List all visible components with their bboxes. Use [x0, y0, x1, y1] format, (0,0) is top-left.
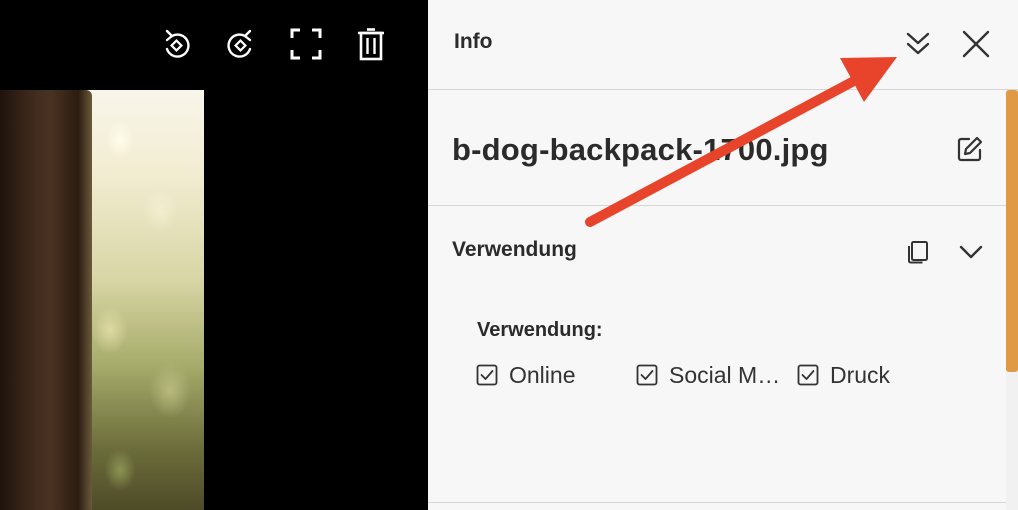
rotate-left-icon [165, 29, 190, 58]
section-title: Verwendung [452, 238, 577, 261]
filename-row: b-dog-backpack-1700.jpg [428, 90, 1006, 206]
rotate-left-button[interactable] [157, 24, 197, 64]
collapse-all-button[interactable] [898, 24, 938, 64]
field-label: Verwendung: [477, 319, 603, 341]
section-header-verwendung[interactable]: Verwendung [428, 206, 1006, 276]
checkbox-label: Online [509, 361, 576, 388]
delete-button[interactable] [351, 24, 391, 64]
edit-icon [957, 136, 983, 162]
close-icon [962, 30, 990, 58]
edit-filename-button[interactable] [953, 132, 987, 166]
panel-title: Info [454, 30, 493, 53]
section-toggle-button[interactable] [955, 236, 987, 268]
close-panel-button[interactable] [956, 24, 996, 64]
rotate-right-button[interactable] [220, 24, 260, 64]
checkbox-online[interactable]: Online [476, 360, 575, 390]
checkbox-label: Druck [830, 361, 891, 388]
fullscreen-icon [290, 28, 322, 60]
info-panel: Info b-dog-backpack-1700.jpg Verwendung … [428, 0, 1018, 510]
section-divider [428, 502, 1006, 503]
file-name: b-dog-backpack-1700.jpg [452, 132, 829, 167]
checkbox-checked-icon [797, 364, 819, 386]
image-preview [0, 90, 204, 510]
fullscreen-button[interactable] [286, 24, 326, 64]
checkbox-social-media[interactable]: Social M… [636, 360, 780, 390]
trash-icon [358, 28, 384, 61]
checkbox-druck[interactable]: Druck [797, 360, 890, 390]
scrollbar-thumb[interactable] [1006, 90, 1018, 372]
viewer-toolbar [0, 0, 428, 90]
info-panel-header: Info [428, 0, 1018, 90]
checkbox-checked-icon [476, 364, 498, 386]
checkbox-checked-icon [636, 364, 658, 386]
copy-button[interactable] [902, 236, 934, 268]
info-panel-content[interactable]: b-dog-backpack-1700.jpg Verwendung Verwe… [428, 90, 1006, 510]
checkbox-label: Social M… [669, 361, 781, 388]
double-chevron-down-icon [906, 32, 930, 55]
rotate-right-icon [227, 29, 252, 58]
copy-icon [908, 241, 928, 264]
image-viewer [0, 0, 428, 510]
chevron-down-icon [959, 245, 983, 259]
image-tree-trunk [0, 90, 92, 510]
